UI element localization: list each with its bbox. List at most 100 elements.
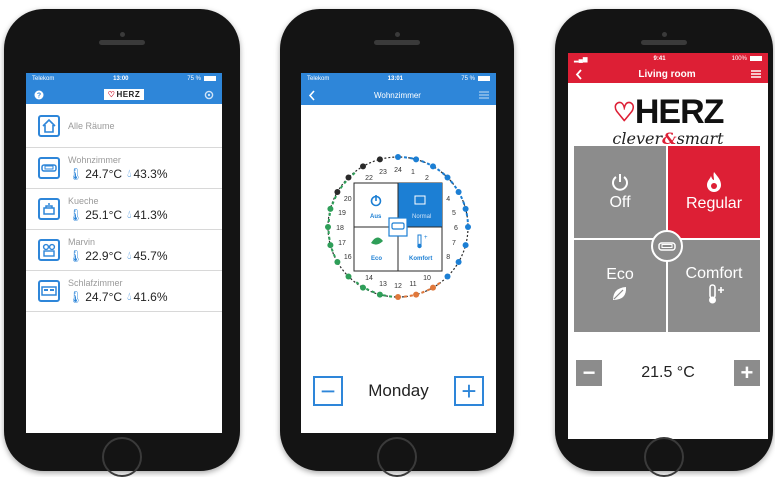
list-item[interactable]: Wohnzimmer 🌡︎ 24.7°C 💧︎ 43.3%: [26, 148, 222, 189]
temperature-value: 24.7°C: [85, 290, 123, 304]
schedule-slot-marker[interactable]: [360, 163, 366, 170]
humidity-value: 43.3%: [133, 167, 168, 181]
home-button[interactable]: [377, 437, 417, 477]
hour-label: 24: [394, 167, 402, 174]
mode-regular-button[interactable]: Regular: [668, 146, 760, 238]
schedule-slot-marker[interactable]: [430, 284, 436, 291]
herz-clever-smart-logo: ♡HERZ clever&smart: [612, 93, 724, 148]
room-readings: 🌡︎ 24.7°C 💧︎ 43.3%: [68, 167, 168, 181]
schedule-slot-marker[interactable]: [413, 156, 420, 163]
heart-icon: ♡: [107, 90, 116, 99]
thermometer-icon: 🌡︎: [68, 167, 84, 181]
temperature-value: 22.9°C: [85, 249, 123, 263]
screen-schedule: Telekom 13:01 75 % Wohnzimmer 24 1 23 45 6 78…: [301, 73, 496, 433]
hour-label: 12: [394, 283, 402, 290]
schedule-slot-marker[interactable]: [345, 174, 352, 181]
mode-comfort-label[interactable]: Komfort: [409, 256, 432, 262]
schedule-slot-marker[interactable]: [395, 154, 401, 160]
carrier-label: Telekom: [32, 76, 55, 82]
page-title: Living room: [638, 68, 696, 80]
hour-label: 13: [379, 281, 387, 288]
humidity-value: 45.7%: [133, 249, 168, 263]
schedule-slot-marker[interactable]: [345, 273, 352, 280]
room-list: Alle Räume Wohnzimmer 🌡︎ 24.7°C 💧︎ 43.3% Ku…: [26, 104, 222, 312]
power-icon: [612, 174, 628, 191]
home-button[interactable]: [644, 437, 684, 477]
flame-icon: [707, 172, 721, 192]
status-bar: ▂▄▆ 9:41 100%: [568, 53, 768, 65]
schedule-slot-marker[interactable]: [465, 224, 471, 230]
house-icon: [38, 114, 60, 137]
hour-label: 14: [365, 275, 373, 282]
schedule-slot-marker[interactable]: [327, 242, 334, 249]
schedule-slot-marker[interactable]: [430, 163, 436, 170]
battery-indicator: 75 %: [461, 75, 490, 82]
mode-eco-label[interactable]: Eco: [371, 256, 382, 262]
room-readings: 🌡︎ 24.7°C 💧︎ 41.6%: [68, 290, 168, 304]
mode-comfort-button[interactable]: Comfort: [668, 240, 760, 332]
hour-label: 6: [454, 225, 458, 232]
mode-off-button[interactable]: Off: [574, 146, 666, 238]
schedule-slot-marker[interactable]: [444, 273, 451, 280]
decrease-temperature-button[interactable]: −: [576, 360, 602, 386]
schedule-slot-marker[interactable]: [462, 242, 469, 249]
schedule-slot-marker[interactable]: [413, 291, 420, 298]
leaf-icon: [613, 287, 627, 300]
thermometer-icon: 🌡︎: [68, 249, 84, 263]
schedule-slot-marker[interactable]: [395, 294, 401, 300]
schedule-slot-marker[interactable]: [376, 291, 383, 298]
room-name: Schlafzimmer: [68, 278, 123, 288]
screen-room-list: Telekom 13:00 75 % ? ♡HERZ Alle Räume Wo…: [26, 73, 222, 433]
phone-schedule: Telekom 13:01 75 % Wohnzimmer 24 1 23 45 6 78…: [280, 9, 514, 477]
heart-icon: ♡: [612, 97, 636, 127]
increase-temperature-button[interactable]: +: [733, 360, 760, 386]
schedule-slot-marker[interactable]: [327, 205, 334, 212]
schedule-slot-marker[interactable]: [455, 189, 462, 195]
previous-day-button[interactable]: −: [313, 376, 343, 406]
back-chevron-icon[interactable]: [575, 68, 583, 80]
list-item[interactable]: Kueche 🌡︎ 25.1°C 💧︎ 41.3%: [26, 189, 222, 230]
help-icon[interactable]: ?: [34, 90, 44, 100]
mode-selector[interactable]: Aus Normal Eco + Komfort: [353, 182, 443, 272]
mode-label: Off: [609, 194, 631, 211]
temperature-value: 24.7°C: [85, 167, 123, 181]
schedule-slot-marker[interactable]: [334, 189, 341, 195]
thermometer-icon: 🌡︎: [68, 290, 84, 304]
list-item[interactable]: Alle Räume: [26, 104, 222, 148]
app-header: Wohnzimmer: [301, 85, 496, 105]
mode-label: Comfort: [685, 265, 743, 282]
app-header: ? ♡HERZ: [26, 85, 222, 104]
gear-icon[interactable]: [204, 90, 214, 100]
screen-room-control: ▂▄▆ 9:41 100% Living room ♡HERZ clever&s…: [568, 53, 768, 439]
hour-label: 22: [365, 175, 373, 182]
hour-label: 18: [336, 225, 344, 232]
weekly-schedule-dial[interactable]: 241234567891011121314151617181920212223 …: [301, 117, 496, 317]
thermometer-plus-icon: [709, 284, 724, 304]
schedule-slot-marker[interactable]: [455, 259, 462, 265]
schedule-slot-marker[interactable]: [444, 174, 451, 181]
schedule-slot-marker[interactable]: [360, 284, 366, 291]
mode-normal-label[interactable]: Normal: [412, 214, 431, 220]
mode-label: Regular: [685, 195, 743, 212]
home-button[interactable]: [102, 437, 142, 477]
front-camera: [395, 32, 400, 37]
earpiece-speaker: [374, 40, 420, 45]
humidity-drop-icon: 💧︎: [127, 290, 132, 303]
menu-icon[interactable]: [750, 70, 761, 78]
battery-icon: [749, 55, 762, 61]
hour-label: 11: [409, 281, 416, 288]
schedule-slot-marker[interactable]: [462, 205, 469, 212]
list-item[interactable]: Marvin 🌡︎ 22.9°C 💧︎ 45.7%: [26, 230, 222, 271]
mode-off-label[interactable]: Aus: [370, 214, 382, 220]
back-chevron-icon[interactable]: [308, 89, 316, 101]
schedule-slot-marker[interactable]: [325, 224, 331, 230]
list-item[interactable]: Schlafzimmer 🌡︎ 24.7°C 💧︎ 41.6%: [26, 271, 222, 312]
menu-icon[interactable]: [478, 91, 489, 99]
clock-label: 13:01: [387, 76, 403, 82]
schedule-slot-marker[interactable]: [376, 156, 383, 163]
next-day-button[interactable]: +: [453, 376, 484, 406]
humidity-drop-icon: 💧︎: [127, 249, 132, 262]
temperature-value: 25.1°C: [85, 208, 123, 222]
schedule-slot-marker[interactable]: [334, 259, 341, 265]
battery-indicator: 100%: [732, 55, 762, 62]
